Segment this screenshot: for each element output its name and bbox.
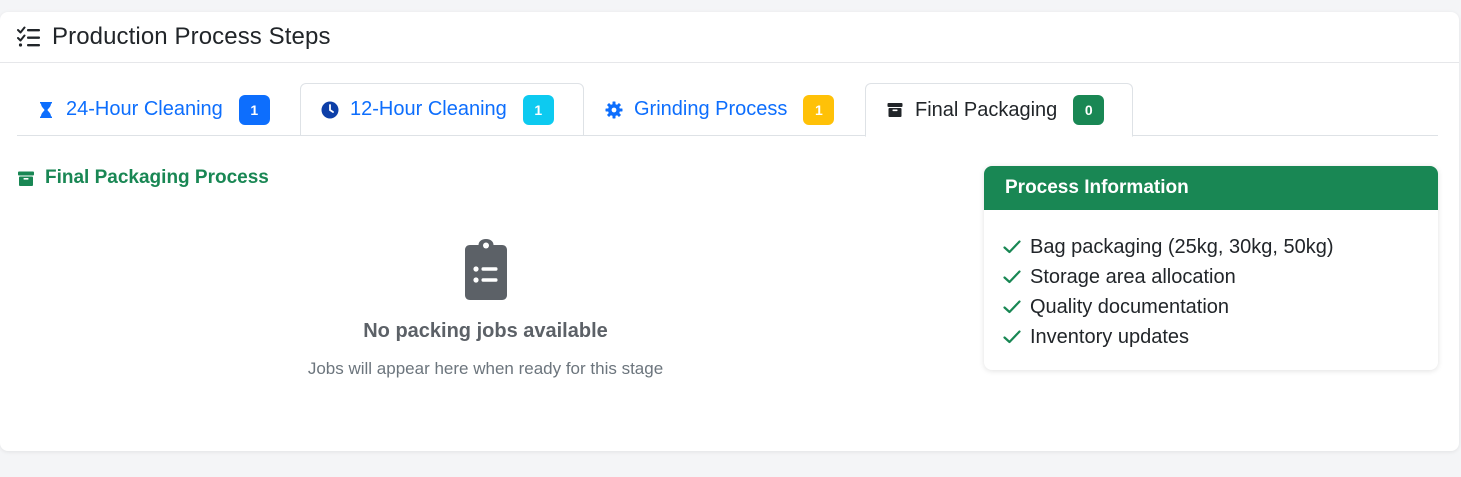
tab-24-hour-cleaning[interactable]: 24-Hour Cleaning 1 <box>17 83 297 136</box>
list-item: Bag packaging (25kg, 30kg, 50kg) <box>1003 232 1438 262</box>
list-item: Quality documentation <box>1003 292 1438 322</box>
process-tabs: 24-Hour Cleaning 1 12-Hour Cleaning 1 Gr… <box>17 83 1438 137</box>
section-title: Final Packaging Process <box>17 167 269 189</box>
list-check-icon <box>17 26 40 47</box>
list-item: Storage area allocation <box>1003 262 1438 292</box>
tab-grinding-process[interactable]: Grinding Process 1 <box>584 83 865 136</box>
check-icon <box>1003 240 1021 254</box>
empty-state-subtitle: Jobs will appear here when ready for thi… <box>307 359 664 378</box>
count-badge: 1 <box>238 94 270 125</box>
count-badge: 1 <box>803 94 835 125</box>
production-process-card: Production Process Steps 24-Hour Cleanin… <box>0 12 1459 451</box>
hourglass-icon <box>40 101 52 118</box>
page-title: Production Process Steps <box>52 23 331 50</box>
gear-icon <box>605 101 623 118</box>
check-icon <box>1003 300 1021 314</box>
empty-state-title: No packing jobs available <box>363 320 608 342</box>
card-header: Production Process Steps <box>0 12 1459 63</box>
tab-final-packaging[interactable]: Final Packaging 0 <box>865 83 1133 137</box>
tab-label: Grinding Process <box>634 98 788 120</box>
list-item-label: Inventory updates <box>1030 325 1189 348</box>
clock-icon <box>321 101 339 118</box>
tab-label: 24-Hour Cleaning <box>66 98 223 120</box>
count-badge: 1 <box>522 94 554 125</box>
check-icon <box>1003 270 1021 284</box>
clipboard-list-icon <box>464 239 507 300</box>
section-title-label: Final Packaging Process <box>45 167 269 188</box>
list-item-label: Bag packaging (25kg, 30kg, 50kg) <box>1030 235 1334 258</box>
box-icon <box>887 103 903 117</box>
tab-label: 12-Hour Cleaning <box>350 98 507 120</box>
count-badge: 0 <box>1073 95 1105 125</box>
info-list: Bag packaging (25kg, 30kg, 50kg) Storage… <box>984 210 1438 352</box>
process-information-card: Process Information Bag packaging (25kg,… <box>984 166 1438 370</box>
tab-label: Final Packaging <box>915 98 1058 121</box>
empty-state: No packing jobs available Jobs will appe… <box>17 238 954 379</box>
list-item: Inventory updates <box>1003 322 1438 352</box>
list-item-label: Quality documentation <box>1030 295 1230 318</box>
box-icon <box>18 171 34 186</box>
check-icon <box>1003 330 1021 344</box>
list-item-label: Storage area allocation <box>1030 265 1236 288</box>
info-card-title: Process Information <box>984 166 1438 210</box>
tab-12-hour-cleaning[interactable]: 12-Hour Cleaning 1 <box>300 83 584 136</box>
